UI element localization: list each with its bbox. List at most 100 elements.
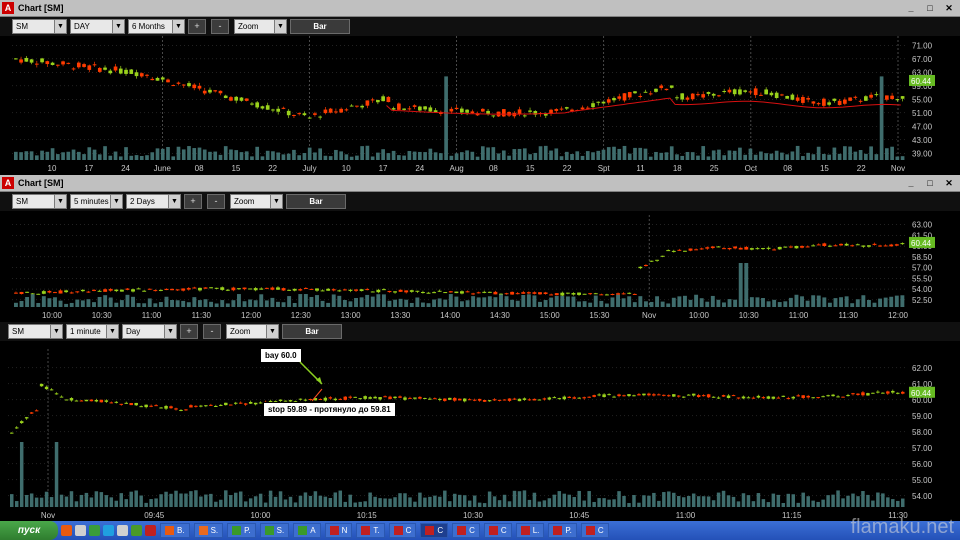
symbol-select[interactable]: SM ▼ <box>12 194 67 209</box>
close-button[interactable]: ✕ <box>941 177 957 190</box>
candle <box>34 63 39 65</box>
volume-bar <box>811 154 816 160</box>
y-tick-label: 39.00 <box>912 149 933 158</box>
zoom-out-button[interactable]: - <box>207 194 225 209</box>
candle <box>415 290 420 292</box>
volume-bar <box>139 495 143 507</box>
candle <box>567 396 571 398</box>
volume-bar <box>104 495 109 507</box>
taskbar-task-button[interactable]: P. <box>227 523 256 538</box>
range-select[interactable]: 2 Days ▼ <box>126 194 181 209</box>
daily-candlestick-chart[interactable]: 71.0067.0063.0059.0055.0051.0047.0043.00… <box>0 36 960 174</box>
title-bar[interactable]: A Chart [SM] _ □ ✕ <box>0 0 960 17</box>
interval-select[interactable]: 5 minutes ▼ <box>70 194 123 209</box>
interval-select[interactable]: DAY ▼ <box>70 19 125 34</box>
taskbar-task-button[interactable]: A <box>293 523 321 538</box>
symbol-select[interactable]: SM ▼ <box>12 19 67 34</box>
zoom-select[interactable]: Zoom ▼ <box>226 324 279 339</box>
volume-bar <box>694 294 699 307</box>
mail-quicklaunch-icon[interactable] <box>75 525 86 536</box>
taskbar-task-button[interactable]: C <box>388 523 417 538</box>
minimize-button[interactable]: _ <box>903 177 919 190</box>
volume-bar <box>716 492 721 507</box>
volume-bar <box>664 152 669 160</box>
volume-bar <box>376 152 380 160</box>
candle <box>532 398 537 401</box>
bar-style-button[interactable]: Bar <box>290 19 350 34</box>
candle <box>727 247 732 250</box>
taskbar-task-button[interactable]: S. <box>193 523 224 538</box>
candle <box>462 398 467 402</box>
volume-bar <box>637 502 641 507</box>
intraday-1min-chart[interactable]: 62.0061.0060.0059.0058.0057.0056.0055.00… <box>0 341 960 521</box>
app-quicklaunch-icon[interactable] <box>89 525 100 536</box>
zoom-out-button[interactable]: - <box>211 19 229 34</box>
app-quicklaunch-icon[interactable] <box>117 525 128 536</box>
taskbar-tasks: B. S. P. S. A N T. C C C C L. P. C <box>156 523 609 538</box>
candle <box>386 96 391 103</box>
zoom-out-button[interactable]: - <box>203 324 221 339</box>
app-logo-icon: A <box>2 2 14 14</box>
range-value: Day <box>126 327 141 336</box>
candle <box>780 94 784 96</box>
taskbar-task-button[interactable]: L. <box>515 523 545 538</box>
maximize-button[interactable]: □ <box>922 2 938 15</box>
bar-style-button[interactable]: Bar <box>282 324 342 339</box>
taskbar-task-button[interactable]: C <box>452 523 480 538</box>
title-bar[interactable]: A Chart [SM] _ □ ✕ <box>0 175 960 192</box>
volume-bar <box>886 497 890 507</box>
taskbar-task-button[interactable]: N <box>324 523 353 538</box>
volume-bar <box>559 156 564 160</box>
volume-bar <box>94 491 99 507</box>
volume-bar <box>175 300 180 307</box>
candle <box>632 293 637 295</box>
firefox-quicklaunch-icon[interactable] <box>61 525 72 536</box>
taskbar-task-button[interactable]: S. <box>259 523 290 538</box>
taskbar-task-button[interactable]: C <box>420 523 449 538</box>
volume-bar <box>192 148 197 160</box>
start-button[interactable]: пуск <box>0 521 58 540</box>
zoom-select[interactable]: Zoom ▼ <box>234 19 287 34</box>
zoom-select[interactable]: Zoom ▼ <box>230 194 283 209</box>
range-select[interactable]: 6 Months ▼ <box>128 19 185 34</box>
taskbar-task-button[interactable]: C <box>580 523 609 538</box>
taskbar-task-button[interactable]: C <box>483 523 512 538</box>
zoom-in-button[interactable]: + <box>180 324 198 339</box>
maximize-button[interactable]: □ <box>922 177 938 190</box>
range-select[interactable]: Day ▼ <box>122 324 177 339</box>
volume-bar <box>30 294 35 307</box>
app-quicklaunch-icon[interactable] <box>131 525 142 536</box>
symbol-select[interactable]: SM ▼ <box>8 324 63 339</box>
candle <box>391 108 396 110</box>
taskbar-task-button[interactable]: P. <box>548 523 577 538</box>
volume-bar <box>76 151 81 160</box>
candle <box>582 293 587 295</box>
volume-bar <box>891 499 895 507</box>
candle <box>149 405 153 407</box>
candle <box>501 109 506 117</box>
taskbar-task-button[interactable]: T. <box>356 523 385 538</box>
interval-select[interactable]: 1 minute ▼ <box>66 324 119 339</box>
volume-bar <box>278 491 283 507</box>
volume-bar <box>493 297 498 307</box>
candle <box>64 290 69 293</box>
candle <box>696 94 700 96</box>
candle <box>292 114 296 116</box>
candle <box>472 399 477 401</box>
app-quicklaunch-icon[interactable] <box>103 525 114 536</box>
zoom-in-button[interactable]: + <box>184 194 202 209</box>
app-quicklaunch-icon[interactable] <box>145 525 156 536</box>
candle <box>308 398 313 400</box>
x-tick-label: 13:00 <box>341 311 362 320</box>
volume-bar <box>84 492 89 507</box>
candle <box>521 292 526 294</box>
bar-style-button[interactable]: Bar <box>286 194 346 209</box>
zoom-in-button[interactable]: + <box>188 19 206 34</box>
volume-bar <box>874 154 879 160</box>
taskbar-task-button[interactable]: B. <box>160 523 190 538</box>
minimize-button[interactable]: _ <box>903 2 919 15</box>
volume-bar <box>19 300 24 307</box>
y-tick-label: 55.00 <box>912 476 933 485</box>
close-button[interactable]: ✕ <box>941 2 957 15</box>
intraday-5min-chart[interactable]: 63.0061.5060.0058.5057.0055.5054.0052.50… <box>0 211 960 321</box>
